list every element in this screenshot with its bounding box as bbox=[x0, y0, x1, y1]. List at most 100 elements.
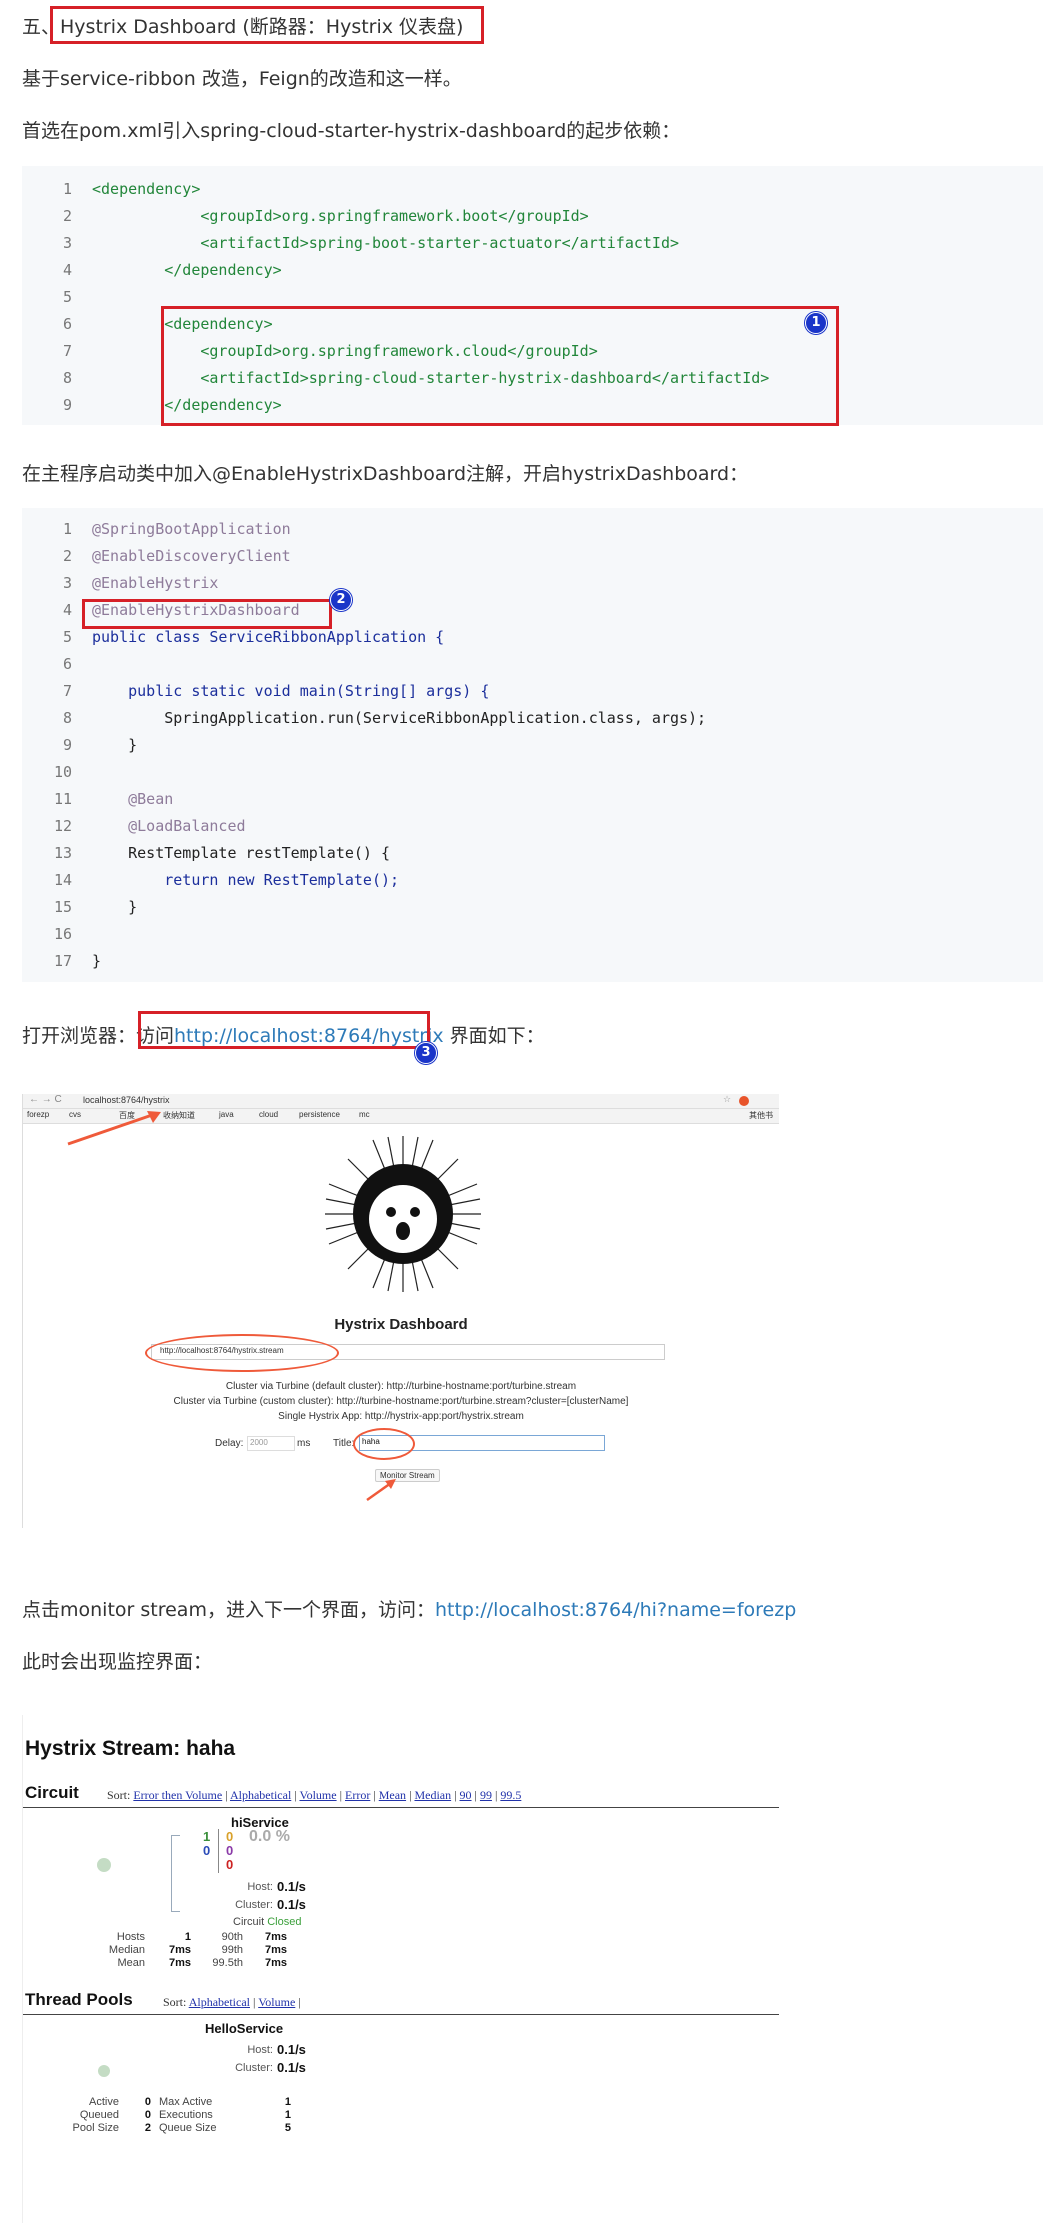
star-icon[interactable]: ☆ bbox=[723, 1095, 731, 1105]
pool-stat-label: Active bbox=[89, 2096, 119, 2108]
line-number: 5 bbox=[62, 288, 72, 306]
nav-arrows-icon[interactable]: ← → C bbox=[29, 1094, 62, 1105]
paragraph-monitor-shown: 此时会出现监控界面： bbox=[22, 1651, 213, 1673]
pool-stat-label: Pool Size bbox=[72, 2122, 119, 2134]
line-number: 11 bbox=[53, 790, 72, 808]
sort-link[interactable]: Alphabetical bbox=[189, 1995, 250, 2009]
badge-1: 1 bbox=[805, 312, 827, 334]
sort-link[interactable]: Median bbox=[414, 1788, 451, 1802]
health-circle bbox=[98, 2065, 110, 2077]
browser-toolbar: ← → C localhost:8764/hystrix ☆ bbox=[23, 1094, 779, 1109]
circuit-status-value: Closed bbox=[267, 1916, 302, 1928]
line-number: 8 bbox=[62, 369, 72, 387]
divider bbox=[218, 1829, 219, 1873]
pool-sort-bar: Sort: Alphabetical | Volume | bbox=[163, 1995, 301, 2009]
code-line: <groupId>org.springframework.boot</group… bbox=[92, 207, 589, 225]
stat-value: 1 bbox=[184, 1931, 191, 1943]
stream-screenshot: Hystrix Stream: haha Circuit Sort: Error… bbox=[22, 1715, 779, 2223]
badge-2: 2 bbox=[330, 589, 352, 611]
line-number: 15 bbox=[53, 898, 72, 916]
line-number: 4 bbox=[62, 261, 72, 279]
sort-link[interactable]: Volume bbox=[299, 1788, 336, 1802]
line-number: 3 bbox=[62, 574, 72, 592]
sort-link[interactable]: 99 bbox=[480, 1788, 492, 1802]
line-number: 1 bbox=[62, 520, 72, 538]
line-number: 4 bbox=[62, 601, 72, 619]
line-number: 9 bbox=[62, 736, 72, 754]
line-number: 6 bbox=[62, 315, 72, 333]
code-block-java: 1 2 3 4 5 6 7 8 9 10 11 12 13 14 15 16 1… bbox=[22, 508, 1043, 982]
code-line: return new RestTemplate(); bbox=[92, 871, 400, 889]
stat-percentile-label: 99.5th bbox=[212, 1957, 243, 1969]
code-line: @EnableHystrix bbox=[92, 574, 219, 592]
sort-link[interactable]: Error then Volume bbox=[133, 1788, 222, 1802]
highlight-box-title bbox=[50, 6, 484, 44]
pool-stat-value: 0 bbox=[144, 2096, 151, 2108]
bookmark-item[interactable]: cloud bbox=[259, 1110, 278, 1119]
line-number: 9 bbox=[62, 396, 72, 414]
bookmark-item[interactable]: forezp bbox=[27, 1110, 49, 1119]
divider bbox=[23, 2014, 779, 2015]
code-line: public static void main(String[] args) { bbox=[92, 682, 490, 700]
code-line: } bbox=[92, 898, 138, 916]
delay-unit: ms bbox=[297, 1438, 311, 1449]
count-short-circuited: 0 bbox=[203, 1843, 211, 1858]
arrow-icon bbox=[67, 1111, 161, 1146]
pool-stat-value: 5 bbox=[284, 2122, 291, 2134]
stat-label: Mean bbox=[117, 1957, 145, 1969]
sort-label: Sort: bbox=[163, 1995, 187, 2009]
hint-single-app: Single Hystrix App: http://hystrix-app:p… bbox=[278, 1411, 524, 1422]
highlight-box-dependency bbox=[161, 306, 839, 426]
code-line: @Bean bbox=[92, 790, 174, 808]
line-number: 17 bbox=[53, 952, 72, 970]
hint-turbine-default: Cluster via Turbine (default cluster): h… bbox=[225, 1381, 577, 1392]
pool-name: HelloService bbox=[205, 2021, 284, 2036]
divider bbox=[23, 1807, 779, 1808]
bookmark-item[interactable]: persistence bbox=[299, 1110, 340, 1119]
title-label: Title: bbox=[333, 1438, 355, 1449]
line-number: 10 bbox=[53, 763, 72, 781]
bookmark-item[interactable]: java bbox=[219, 1110, 234, 1119]
sort-link[interactable]: 90 bbox=[460, 1788, 472, 1802]
sort-label: Sort: bbox=[107, 1788, 131, 1802]
code-line: } bbox=[92, 736, 138, 754]
bookmark-item[interactable]: mc bbox=[359, 1110, 370, 1119]
health-circle bbox=[97, 1858, 111, 1872]
stat-value: 7ms bbox=[168, 1944, 191, 1956]
pool-stat-value: 1 bbox=[284, 2096, 291, 2108]
link-hi-forezp[interactable]: http://localhost:8764/hi?name=forezp bbox=[435, 1599, 796, 1621]
count-failure: 0 bbox=[226, 1857, 234, 1872]
pool-stat-value: 0 bbox=[144, 2109, 151, 2121]
pool-cluster-value: 0.1/s bbox=[277, 2060, 306, 2075]
line-number: 3 bbox=[62, 234, 72, 252]
badge-3: 3 bbox=[415, 1042, 437, 1064]
pool-stat-value: 1 bbox=[284, 2109, 291, 2121]
count-timeout: 0 bbox=[226, 1829, 234, 1844]
paragraph-annotation: 在主程序启动类中加入@EnableHystrixDashboard注解，开启hy… bbox=[22, 463, 749, 485]
stat-percentile-value: 7ms bbox=[264, 1931, 287, 1943]
sort-link[interactable]: 99.5 bbox=[500, 1788, 521, 1802]
line-gutter: 1 2 3 4 5 6 7 8 9 10 11 12 13 14 15 16 1… bbox=[22, 508, 82, 982]
delay-input[interactable]: 2000 bbox=[247, 1436, 295, 1451]
line-number: 2 bbox=[62, 547, 72, 565]
pool-stat-label: Executions bbox=[159, 2109, 213, 2121]
sort-link[interactable]: Volume bbox=[258, 1995, 295, 2009]
hint-turbine-custom: Cluster via Turbine (custom cluster): ht… bbox=[173, 1396, 629, 1407]
sort-link[interactable]: Error bbox=[345, 1788, 370, 1802]
pool-stat-value: 2 bbox=[144, 2122, 151, 2134]
address-bar[interactable]: localhost:8764/hystrix bbox=[83, 1095, 170, 1105]
sort-link[interactable]: Alphabetical bbox=[230, 1788, 291, 1802]
stat-value: 7ms bbox=[168, 1957, 191, 1969]
pool-host-value: 0.1/s bbox=[277, 2042, 306, 2057]
paragraph-pom: 首选在pom.xml引入spring-cloud-starter-hystrix… bbox=[22, 120, 681, 142]
extension-icon[interactable] bbox=[739, 1096, 749, 1106]
stat-percentile-value: 7ms bbox=[264, 1944, 287, 1956]
host-rate-value: 0.1/s bbox=[277, 1879, 306, 1894]
sort-link[interactable]: Mean bbox=[379, 1788, 406, 1802]
delay-label: Delay: bbox=[215, 1438, 244, 1449]
stat-percentile-value: 7ms bbox=[264, 1957, 287, 1969]
bookmark-other[interactable]: 其他书 bbox=[749, 1110, 773, 1121]
line-number: 12 bbox=[53, 817, 72, 835]
code-line: SpringApplication.run(ServiceRibbonAppli… bbox=[92, 709, 707, 727]
thread-pools-heading: Thread Pools bbox=[25, 1990, 133, 2009]
